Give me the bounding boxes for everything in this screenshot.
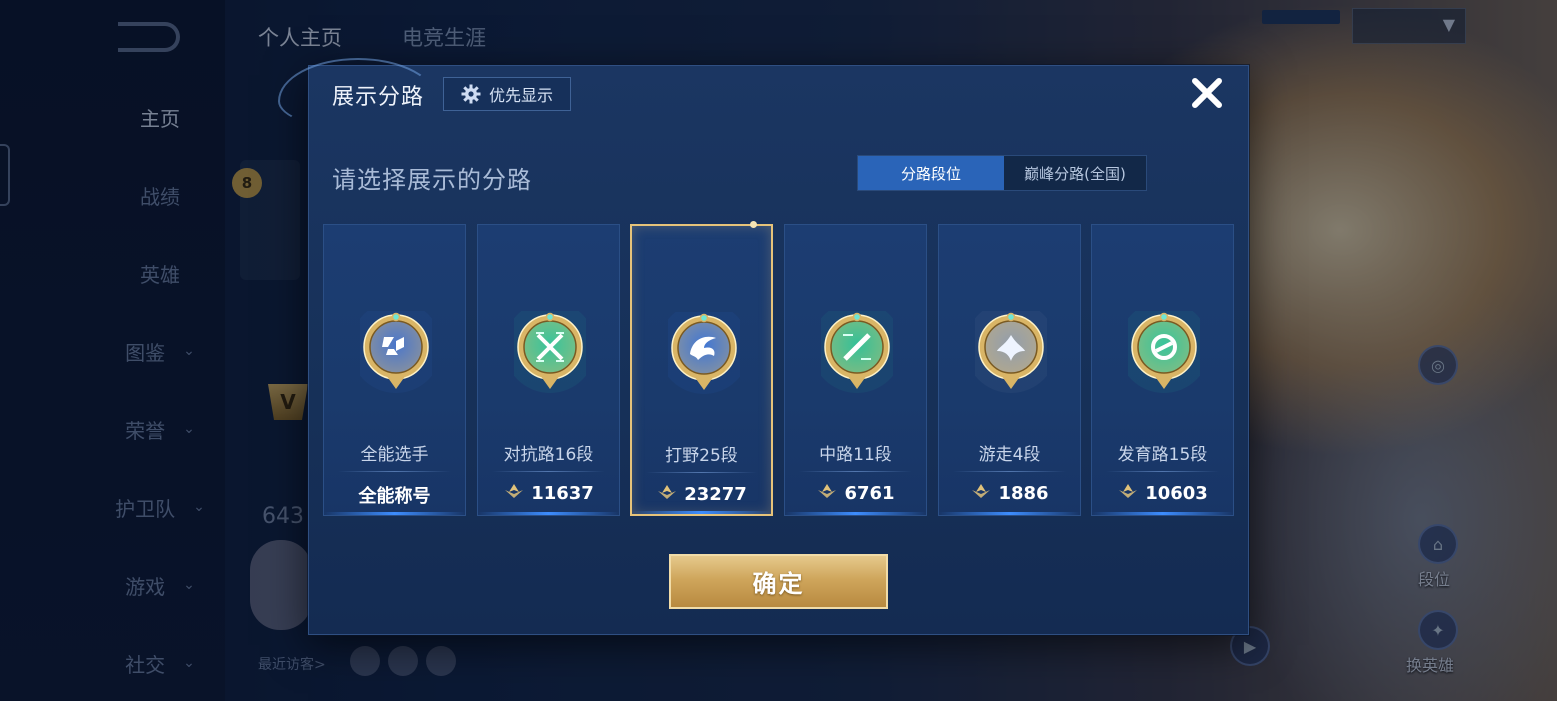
card-lane-label: 发育路15段 bbox=[1117, 445, 1208, 465]
card-score-value: 10603 bbox=[1145, 483, 1208, 504]
card-all-round[interactable]: 全能选手 全能称号 bbox=[323, 224, 466, 516]
card-score-row: 10603 bbox=[1092, 482, 1233, 505]
card-clash-lane[interactable]: 对抗路16段 11637 bbox=[477, 224, 620, 516]
card-divider bbox=[799, 471, 912, 472]
dialog-title: 展示分路 bbox=[332, 85, 425, 110]
rank-points-icon bbox=[503, 482, 525, 505]
clash-lane-emblem-icon bbox=[504, 301, 596, 397]
card-lane-label: 游走4段 bbox=[978, 445, 1041, 465]
card-score-value: 23277 bbox=[684, 484, 747, 505]
card-roam[interactable]: 游走4段 1886 bbox=[938, 224, 1081, 516]
roam-emblem-icon bbox=[965, 301, 1057, 397]
farm-lane-emblem-icon bbox=[1118, 301, 1210, 397]
card-score-row: 11637 bbox=[478, 482, 619, 505]
card-score-value: 1886 bbox=[998, 483, 1049, 504]
lane-mode-toggle: 分路段位 巅峰分路(全国) bbox=[857, 155, 1147, 191]
dialog-subtitle: 请选择展示的分路 bbox=[332, 166, 532, 194]
toggle-peak-lane[interactable]: 巅峰分路(全国) bbox=[1004, 156, 1146, 190]
card-score-row: 6761 bbox=[785, 482, 926, 505]
card-score-value: 全能称号 bbox=[358, 486, 431, 507]
card-jungle[interactable]: 打野25段 23277 bbox=[630, 221, 773, 516]
rank-points-icon bbox=[970, 482, 992, 505]
rank-points-icon bbox=[816, 482, 838, 505]
card-divider bbox=[646, 472, 757, 473]
card-lane-label: 打野25段 bbox=[665, 446, 738, 466]
toggle-lane-rank[interactable]: 分路段位 bbox=[858, 156, 1004, 190]
card-divider bbox=[492, 471, 605, 472]
rank-points-icon bbox=[656, 483, 678, 506]
card-score-value: 11637 bbox=[531, 483, 594, 504]
rank-points-icon bbox=[1117, 482, 1139, 505]
all-round-emblem-icon bbox=[350, 301, 442, 397]
card-score-row: 23277 bbox=[632, 483, 771, 506]
card-lane-label: 全能选手 bbox=[360, 445, 429, 465]
close-icon bbox=[1192, 78, 1222, 108]
gear-icon bbox=[461, 84, 481, 104]
card-divider bbox=[1106, 471, 1219, 472]
priority-display-button[interactable]: 优先显示 bbox=[443, 77, 571, 111]
card-divider bbox=[953, 471, 1066, 472]
jungle-emblem-icon bbox=[658, 302, 750, 398]
card-lane-label: 对抗路16段 bbox=[503, 445, 594, 465]
card-lane-label: 中路11段 bbox=[819, 445, 892, 465]
mid-lane-emblem-icon bbox=[811, 301, 903, 397]
confirm-button[interactable]: 确定 bbox=[669, 554, 888, 609]
card-score-value: 6761 bbox=[844, 483, 895, 504]
card-score-row: 全能称号 bbox=[324, 482, 465, 508]
priority-display-label: 优先显示 bbox=[488, 86, 553, 105]
card-divider bbox=[338, 471, 451, 472]
card-farm-lane[interactable]: 发育路15段 10603 bbox=[1091, 224, 1234, 516]
card-score-row: 1886 bbox=[939, 482, 1080, 505]
close-button[interactable] bbox=[1184, 70, 1230, 116]
card-mid-lane[interactable]: 中路11段 6761 bbox=[784, 224, 927, 516]
